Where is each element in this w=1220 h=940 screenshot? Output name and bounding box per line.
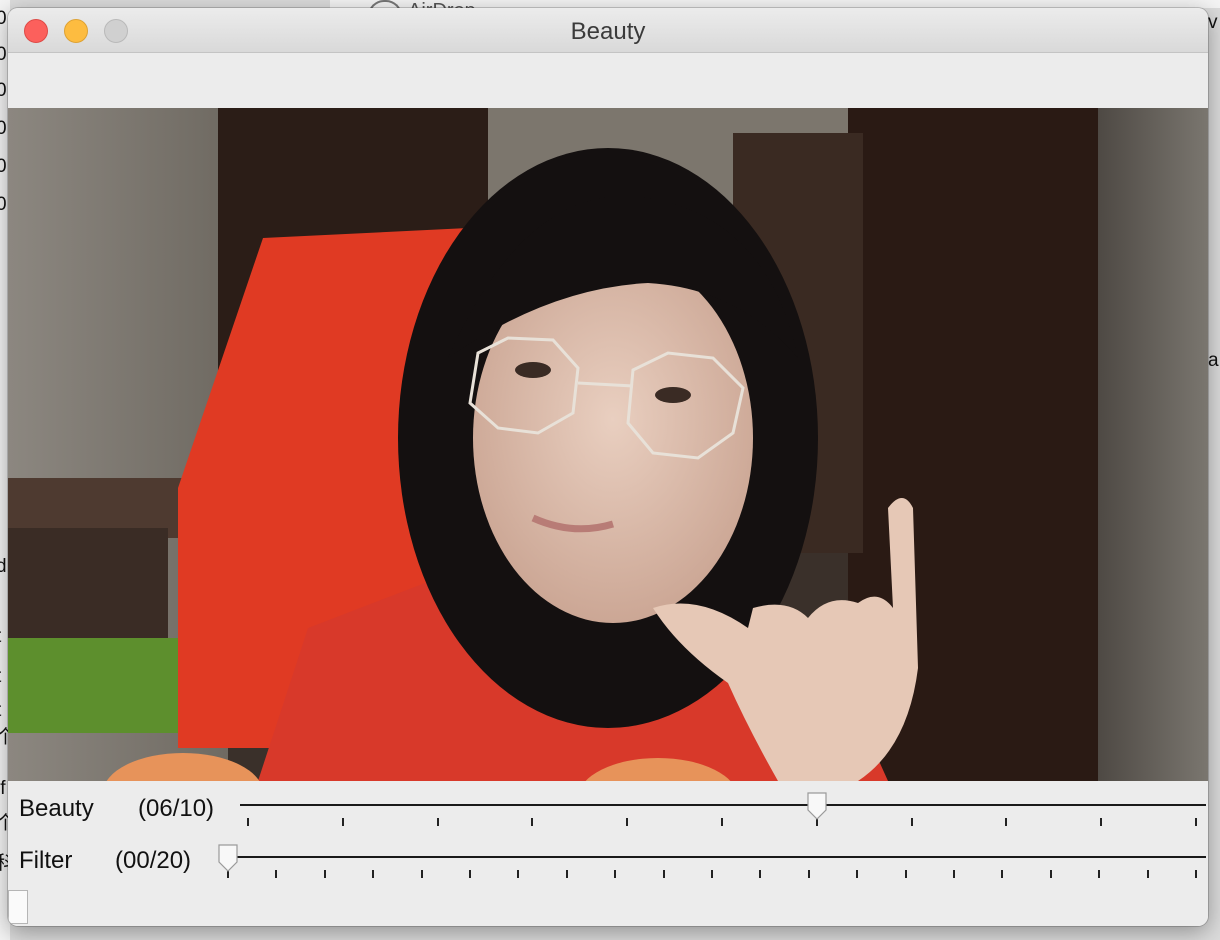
beauty-slider-track[interactable] [240, 804, 1206, 806]
slider-panel: Beauty (06/10) Filter (00/20) [8, 781, 1208, 926]
slider-tick [1100, 818, 1103, 826]
slider-tick [807, 870, 810, 878]
slider-tick [275, 870, 278, 878]
slider-tick [531, 818, 534, 826]
slider-tick [662, 870, 665, 878]
filter-label: Filter [19, 847, 73, 874]
background-left-char: t [0, 700, 1, 722]
background-left-char: 0 [0, 80, 7, 101]
slider-tick [1005, 818, 1008, 826]
toolbar-area [8, 53, 1208, 108]
background-left-char: 0 [0, 44, 7, 65]
slider-tick [1146, 870, 1149, 878]
slider-tick [856, 870, 859, 878]
video-feed [8, 108, 1208, 781]
slider-tick [323, 870, 326, 878]
background-right-char: a [1208, 350, 1219, 371]
slider-tick [1001, 870, 1004, 878]
background-left-char: lf [0, 778, 6, 799]
background-left-char: 0 [0, 194, 7, 215]
filter-value: (00/20) [115, 847, 192, 874]
slider-tick [420, 870, 423, 878]
beauty-label: Beauty [19, 795, 94, 822]
corner-resize-handle[interactable] [8, 890, 28, 924]
webcam-frame-image [8, 108, 1208, 781]
beauty-slider-thumb[interactable] [807, 792, 827, 820]
slider-tick [469, 870, 471, 878]
beauty-value: (06/10) [138, 795, 215, 822]
slider-tick [517, 870, 520, 878]
beauty-window: Beauty Beauty (06/10) Filter (00/20) [8, 8, 1208, 926]
background-left-char: 0 [0, 156, 7, 177]
slider-tick [614, 870, 617, 878]
slider-tick [565, 870, 568, 878]
background-left-char: d [0, 556, 7, 577]
slider-tick [341, 818, 344, 826]
slider-tick [910, 818, 913, 826]
background-right-char: v [1208, 12, 1218, 33]
filter-slider-thumb[interactable] [218, 844, 238, 872]
slider-tick [1195, 818, 1197, 826]
filter-slider-track[interactable] [228, 856, 1206, 858]
slider-tick [721, 818, 723, 826]
slider-tick [1195, 870, 1197, 878]
slider-tick [372, 870, 375, 878]
background-left-char: t [0, 666, 1, 688]
slider-tick [1049, 870, 1052, 878]
slider-tick [436, 818, 439, 826]
background-left-char: 0 [0, 118, 7, 139]
background-left-char: 0 [0, 8, 7, 29]
slider-tick [953, 870, 955, 878]
title-bar[interactable]: Beauty [8, 8, 1208, 53]
slider-tick [759, 870, 762, 878]
slider-tick [1098, 870, 1101, 878]
slider-tick [711, 870, 713, 878]
window-title: Beauty [570, 18, 646, 45]
slider-tick [904, 870, 907, 878]
slider-tick [247, 818, 249, 826]
background-left-char: t [0, 626, 1, 648]
slider-tick [626, 818, 629, 826]
